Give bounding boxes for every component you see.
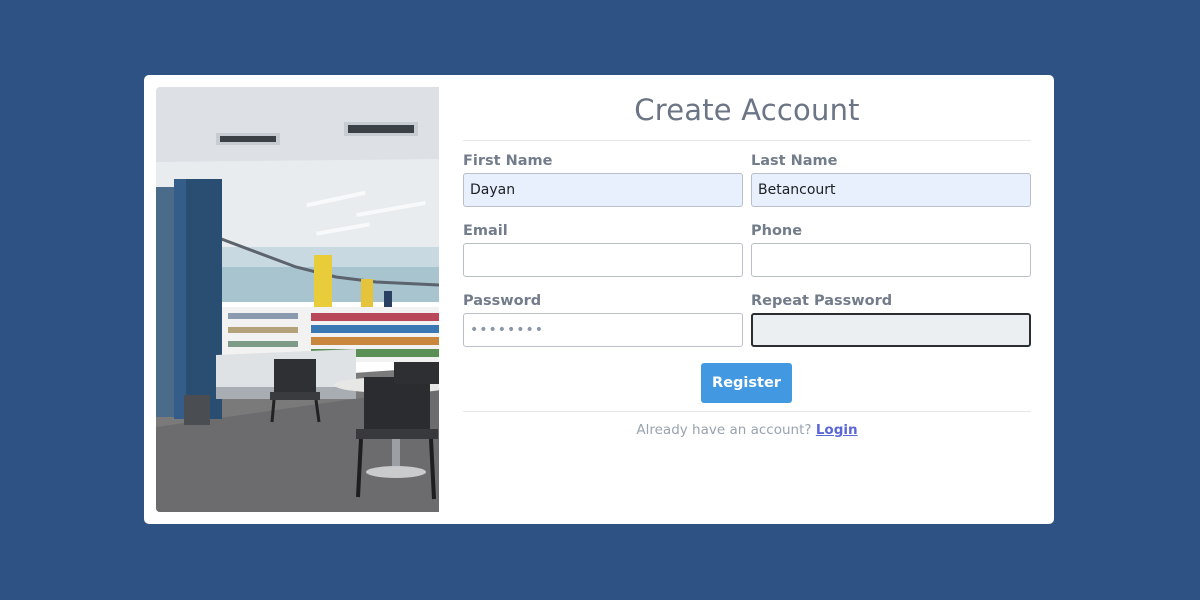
password-field[interactable] [463,313,743,347]
library-image [156,87,439,512]
phone-field[interactable] [751,243,1031,277]
phone-label: Phone [751,223,803,239]
password-label: Password [463,293,542,309]
register-card: Create Account First Name Last Name Emai… [144,75,1054,524]
last-name-field[interactable] [751,173,1031,207]
last-name-label: Last Name [751,153,838,169]
email-field[interactable] [463,243,743,277]
register-button[interactable]: Register [701,363,792,403]
repeat-password-label: Repeat Password [751,293,893,309]
first-name-field[interactable] [463,173,743,207]
login-prompt-row: Already have an account? Login [463,422,1031,438]
login-prompt-text: Already have an account? [636,422,812,438]
email-label: Email [463,223,508,239]
first-name-label: First Name [463,153,553,169]
login-link[interactable]: Login [816,422,858,438]
page-title: Create Account [634,93,860,127]
title-divider [463,140,1031,141]
repeat-password-field[interactable] [751,313,1031,347]
footer-divider [463,411,1031,412]
